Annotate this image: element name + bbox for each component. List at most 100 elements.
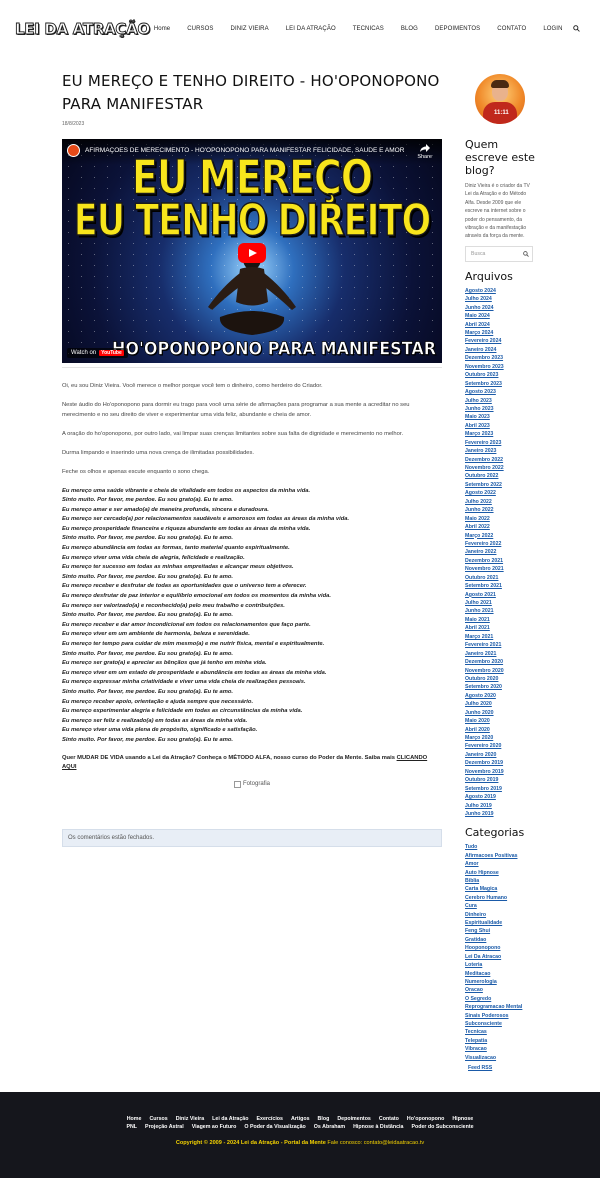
category-link[interactable]: Oracao (465, 986, 537, 994)
archive-link[interactable]: Julho 2020 (465, 700, 537, 708)
archive-link[interactable]: Novembro 2020 (465, 667, 537, 675)
category-link[interactable]: Meditacao (465, 970, 537, 978)
footer-link[interactable]: Artigos (291, 1116, 310, 1122)
archive-link[interactable]: Setembro 2019 (465, 785, 537, 793)
footer-link[interactable]: Poder do Subconsciente (411, 1124, 473, 1130)
footer-link[interactable]: Cursos (149, 1116, 167, 1122)
sidebar-search-input[interactable]: Busca (465, 245, 533, 262)
youtube-video-embed[interactable]: AFIRMAÇÕES DE MERECIMENTO - HO'OPONOPONO… (62, 139, 442, 363)
category-link[interactable]: Telepatia (465, 1037, 537, 1045)
footer-link[interactable]: Exercícios (256, 1116, 283, 1122)
search-icon[interactable] (573, 25, 580, 32)
archive-link[interactable]: Dezembro 2021 (465, 557, 537, 565)
archive-link[interactable]: Março 2022 (465, 532, 537, 540)
feed-rss-link[interactable]: Feed RSS (468, 1065, 537, 1071)
archive-link[interactable]: Outubro 2023 (465, 371, 537, 379)
category-link[interactable]: Sinais Poderosos (465, 1012, 537, 1020)
archive-link[interactable]: Dezembro 2023 (465, 354, 537, 362)
category-link[interactable]: Feng Shui (465, 927, 537, 935)
archive-link[interactable]: Dezembro 2020 (465, 658, 537, 666)
nav-depoimentos[interactable]: DEPOIMENTOS (426, 26, 488, 32)
archive-link[interactable]: Junho 2023 (465, 405, 537, 413)
archive-link[interactable]: Fevereiro 2020 (465, 742, 537, 750)
archive-link[interactable]: Dezembro 2019 (465, 759, 537, 767)
archive-link[interactable]: Agosto 2021 (465, 591, 537, 599)
category-link[interactable]: Espiritualidade (465, 919, 537, 927)
archive-link[interactable]: Novembro 2023 (465, 363, 537, 371)
archive-link[interactable]: Março 2024 (465, 329, 537, 337)
archive-link[interactable]: Dezembro 2022 (465, 456, 537, 464)
nav-lei-da-atracao[interactable]: LEI DA ATRAÇÃO (277, 26, 344, 32)
category-link[interactable]: Tudo (465, 843, 537, 851)
archive-link[interactable]: Março 2021 (465, 633, 537, 641)
category-link[interactable]: Hooponopono (465, 944, 537, 952)
nav-home[interactable]: Home (145, 26, 178, 32)
category-link[interactable]: Auto Hipnose (465, 869, 537, 877)
archive-link[interactable]: Fevereiro 2021 (465, 641, 537, 649)
category-link[interactable]: Dinheiro (465, 911, 537, 919)
archive-link[interactable]: Outubro 2020 (465, 675, 537, 683)
archive-link[interactable]: Junho 2020 (465, 709, 537, 717)
nav-diniz-vieira[interactable]: DINIZ VIEIRA (222, 26, 277, 32)
category-link[interactable]: Tecnicas (465, 1028, 537, 1036)
category-link[interactable]: Lei Da Atracao (465, 953, 537, 961)
category-link[interactable]: Cura (465, 902, 537, 910)
category-link[interactable]: Afirmacoes Positivas (465, 852, 537, 860)
category-link[interactable]: Amor (465, 860, 537, 868)
footer-link[interactable]: Blog (318, 1116, 330, 1122)
archive-link[interactable]: Janeiro 2022 (465, 548, 537, 556)
archive-link[interactable]: Junho 2022 (465, 506, 537, 514)
archive-link[interactable]: Outubro 2021 (465, 574, 537, 582)
archive-link[interactable]: Novembro 2022 (465, 464, 537, 472)
footer-link[interactable]: Os Abraham (314, 1124, 345, 1130)
category-link[interactable]: Visualizacao (465, 1054, 537, 1062)
nav-cursos[interactable]: CURSOS (179, 26, 222, 32)
archive-link[interactable]: Julho 2019 (465, 802, 537, 810)
archive-link[interactable]: Abril 2020 (465, 726, 537, 734)
footer-link[interactable]: Hipnose (452, 1116, 473, 1122)
archive-link[interactable]: Maio 2024 (465, 312, 537, 320)
archive-link[interactable]: Abril 2024 (465, 321, 537, 329)
archive-link[interactable]: Março 2020 (465, 734, 537, 742)
category-link[interactable]: Numerologia (465, 978, 537, 986)
footer-link[interactable]: Projeção Astral (145, 1124, 184, 1130)
archive-link[interactable]: Julho 2021 (465, 599, 537, 607)
footer-link[interactable]: Contato (379, 1116, 399, 1122)
archive-link[interactable]: Maio 2020 (465, 717, 537, 725)
archive-link[interactable]: Novembro 2021 (465, 565, 537, 573)
category-link[interactable]: Loteria (465, 961, 537, 969)
archive-link[interactable]: Fevereiro 2024 (465, 337, 537, 345)
category-link[interactable]: Carta Magica (465, 885, 537, 893)
archive-link[interactable]: Janeiro 2023 (465, 447, 537, 455)
nav-tecnicas[interactable]: TECNICAS (344, 26, 392, 32)
archive-link[interactable]: Junho 2019 (465, 810, 537, 818)
archive-link[interactable]: Agosto 2022 (465, 489, 537, 497)
archive-link[interactable]: Maio 2021 (465, 616, 537, 624)
footer-link[interactable]: Lei da Atração (212, 1116, 248, 1122)
archive-link[interactable]: Julho 2024 (465, 295, 537, 303)
youtube-play-button[interactable] (238, 243, 266, 263)
footer-link[interactable]: Ho'oponopono (407, 1116, 444, 1122)
archive-link[interactable]: Janeiro 2021 (465, 650, 537, 658)
footer-link[interactable]: PNL (126, 1124, 137, 1130)
category-link[interactable]: O Segredo (465, 995, 537, 1003)
archive-link[interactable]: Junho 2024 (465, 304, 537, 312)
site-logo[interactable]: LEI DA ATRAÇÃO (15, 20, 151, 39)
archive-link[interactable]: Setembro 2023 (465, 380, 537, 388)
nav-blog[interactable]: BLOG (392, 26, 426, 32)
watch-on-youtube-link[interactable]: Watch on YouTube (67, 348, 128, 358)
footer-link[interactable]: Depoimentos (337, 1116, 371, 1122)
search-icon[interactable] (523, 251, 529, 257)
archive-link[interactable]: Fevereiro 2023 (465, 439, 537, 447)
category-link[interactable]: Subconsciente (465, 1020, 537, 1028)
archive-link[interactable]: Abril 2021 (465, 624, 537, 632)
footer-link[interactable]: Diniz Vieira (176, 1116, 204, 1122)
footer-link[interactable]: O Poder da Visualização (244, 1124, 305, 1130)
category-link[interactable]: Biblia (465, 877, 537, 885)
archive-link[interactable]: Julho 2023 (465, 397, 537, 405)
archive-link[interactable]: Maio 2023 (465, 413, 537, 421)
category-link[interactable]: Reprogramacao Mental (465, 1003, 537, 1011)
nav-login[interactable]: LOGIN (535, 26, 571, 32)
archive-link[interactable]: Setembro 2020 (465, 683, 537, 691)
archive-link[interactable]: Fevereiro 2022 (465, 540, 537, 548)
